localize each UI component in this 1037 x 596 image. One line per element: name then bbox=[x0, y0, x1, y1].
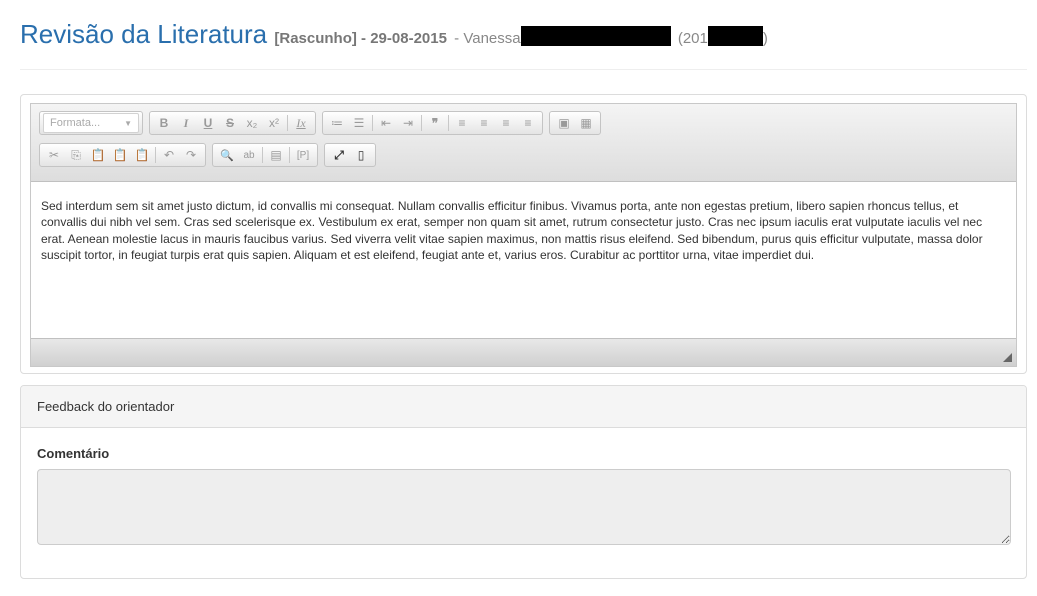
basic-style-group: B I U S x₂ x² Ix bbox=[149, 111, 316, 135]
editor-panel: Formata... ▼ B I U S x₂ x² Ix ≔ ☰ ⇤ ⇥ ❞ … bbox=[20, 94, 1027, 374]
format-group: Formata... ▼ bbox=[39, 111, 143, 135]
bold-icon[interactable]: B bbox=[153, 113, 175, 133]
numbered-list-icon[interactable]: ≔ bbox=[326, 113, 348, 133]
image-icon[interactable]: ▣ bbox=[553, 113, 575, 133]
copy-icon[interactable]: ⎘ bbox=[65, 145, 87, 165]
undo-icon[interactable]: ↶ bbox=[158, 145, 180, 165]
align-left-icon[interactable]: ≡ bbox=[451, 113, 473, 133]
format-select-label: Formata... bbox=[50, 117, 101, 129]
page-title-text: Revisão da Literatura bbox=[20, 19, 268, 49]
editing-group: 🔍 ab ▤ [P] bbox=[212, 143, 318, 167]
editor-statusbar bbox=[31, 338, 1016, 366]
show-blocks-icon[interactable]: [P] bbox=[292, 145, 314, 165]
paste-text-icon[interactable]: 📋 bbox=[109, 145, 131, 165]
toolbar-separator bbox=[287, 115, 288, 131]
editor-toolbar: Formata... ▼ B I U S x₂ x² Ix ≔ ☰ ⇤ ⇥ ❞ … bbox=[31, 104, 1016, 182]
align-right-icon[interactable]: ≡ bbox=[495, 113, 517, 133]
replace-icon[interactable]: ab bbox=[238, 145, 260, 165]
superscript-icon[interactable]: x² bbox=[263, 113, 285, 133]
status-badge: [Rascunho] - 29-08-2015 bbox=[274, 30, 447, 47]
editor-content[interactable]: Sed interdum sem sit amet justo dictum, … bbox=[31, 182, 1016, 338]
insert-group: ▣ ▦ bbox=[549, 111, 601, 135]
select-all-icon[interactable]: ▤ bbox=[265, 145, 287, 165]
find-icon[interactable]: 🔍 bbox=[216, 145, 238, 165]
strikethrough-icon[interactable]: S bbox=[219, 113, 241, 133]
view-group: ⤢ ▯ bbox=[324, 143, 376, 167]
student-id-close: ) bbox=[762, 30, 768, 47]
paste-icon[interactable]: 📋 bbox=[87, 145, 109, 165]
page-title: Revisão da Literatura [Rascunho] - 29-08… bbox=[20, 18, 1027, 55]
page-header: Revisão da Literatura [Rascunho] - 29-08… bbox=[20, 18, 1027, 70]
redo-icon[interactable]: ↷ bbox=[180, 145, 202, 165]
clipboard-group: ✂ ⎘ 📋 📋 📋 ↶ ↷ bbox=[39, 143, 206, 167]
align-center-icon[interactable]: ≡ bbox=[473, 113, 495, 133]
toolbar-separator bbox=[262, 147, 263, 163]
paste-word-icon[interactable]: 📋 bbox=[131, 145, 153, 165]
toolbar-separator bbox=[289, 147, 290, 163]
chevron-down-icon: ▼ bbox=[124, 118, 132, 128]
comment-textarea[interactable] bbox=[37, 469, 1011, 545]
redacted-id-block bbox=[707, 26, 763, 46]
remove-format-icon[interactable]: Ix bbox=[290, 113, 312, 133]
bullet-list-icon[interactable]: ☰ bbox=[348, 113, 370, 133]
comment-label: Comentário bbox=[37, 446, 110, 461]
redacted-block bbox=[520, 26, 671, 46]
toolbar-separator bbox=[372, 115, 373, 131]
toolbar-row-2: ✂ ⎘ 📋 📋 📋 ↶ ↷ 🔍 ab ▤ [P] ⤢ ▯ bbox=[39, 142, 1012, 168]
toolbar-separator bbox=[155, 147, 156, 163]
underline-icon[interactable]: U bbox=[197, 113, 219, 133]
student-id-open: (201 bbox=[677, 30, 708, 47]
format-select[interactable]: Formata... ▼ bbox=[43, 113, 139, 133]
increase-indent-icon[interactable]: ⇥ bbox=[397, 113, 419, 133]
feedback-panel: Feedback do orientador Comentário bbox=[20, 385, 1027, 579]
toolbar-separator bbox=[421, 115, 422, 131]
author-name: - Vanessa bbox=[454, 30, 521, 47]
resize-handle-icon[interactable] bbox=[1003, 353, 1012, 362]
table-icon[interactable]: ▦ bbox=[575, 113, 597, 133]
italic-icon[interactable]: I bbox=[175, 113, 197, 133]
feedback-heading: Feedback do orientador bbox=[21, 386, 1026, 428]
cut-icon[interactable]: ✂ bbox=[43, 145, 65, 165]
toolbar-row-1: Formata... ▼ B I U S x₂ x² Ix ≔ ☰ ⇤ ⇥ ❞ … bbox=[39, 110, 1012, 136]
feedback-body: Comentário bbox=[21, 428, 1026, 550]
toolbar-separator bbox=[448, 115, 449, 131]
paragraph-group: ≔ ☰ ⇤ ⇥ ❞ ≡ ≡ ≡ ≡ bbox=[322, 111, 543, 135]
subscript-icon[interactable]: x₂ bbox=[241, 113, 263, 133]
rich-text-editor: Formata... ▼ B I U S x₂ x² Ix ≔ ☰ ⇤ ⇥ ❞ … bbox=[30, 103, 1017, 367]
maximize-icon[interactable]: ⤢ bbox=[328, 145, 350, 165]
source-icon[interactable]: ▯ bbox=[350, 145, 372, 165]
blockquote-icon[interactable]: ❞ bbox=[424, 113, 446, 133]
justify-icon[interactable]: ≡ bbox=[517, 113, 539, 133]
decrease-indent-icon[interactable]: ⇤ bbox=[375, 113, 397, 133]
